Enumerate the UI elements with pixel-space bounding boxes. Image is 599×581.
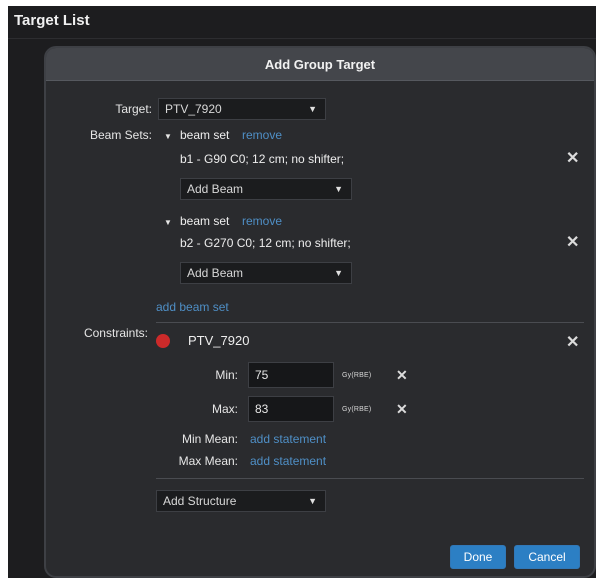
constraints-divider [156, 322, 584, 323]
close-icon[interactable]: ✕ [566, 151, 579, 167]
constraint-structure-name: PTV_7920 [188, 333, 250, 348]
target-select[interactable]: PTV_7920 ▼ [158, 98, 326, 120]
beam-set-label: beam set [180, 128, 230, 142]
add-structure-select[interactable]: Add Structure ▼ [156, 490, 326, 512]
chevron-down-icon: ▼ [308, 496, 317, 506]
max-label: Max: [211, 402, 238, 416]
chevron-down-icon: ▼ [334, 268, 343, 278]
target-label: Target: [115, 102, 152, 116]
add-group-target-dialog: Add Group Target Target: PTV_7920 ▼ Beam… [44, 46, 596, 578]
min-mean-label: Min Mean: [181, 432, 238, 446]
chevron-down-icon: ▼ [308, 104, 317, 114]
remove-beam-set-link[interactable]: remove [242, 128, 282, 142]
close-icon[interactable]: ✕ [396, 368, 408, 382]
cancel-button[interactable]: Cancel [514, 545, 580, 569]
add-beam-select-label: Add Beam [187, 266, 244, 280]
structure-color-swatch [156, 334, 170, 348]
add-beam-select[interactable]: Add Beam ▼ [180, 178, 352, 200]
close-icon[interactable]: ✕ [396, 402, 408, 416]
window-title: Target List [14, 12, 90, 29]
constraints-label: Constraints: [83, 326, 148, 340]
min-dose-input[interactable] [248, 362, 334, 388]
beam-set-label: beam set [180, 214, 230, 228]
target-list-window: Target List Add Group Target Target: PTV… [8, 6, 596, 578]
add-structure-select-label: Add Structure [163, 494, 237, 508]
collapse-triangle-icon[interactable]: ▼ [164, 132, 172, 141]
beam-sets-label: Beam Sets: [89, 128, 152, 142]
structure-divider [156, 478, 584, 479]
min-label: Min: [215, 368, 238, 382]
max-unit: Gy(RBE) [342, 406, 372, 413]
max-mean-label: Max Mean: [178, 454, 238, 468]
add-beam-select-label: Add Beam [187, 182, 244, 196]
max-mean-add-statement-link[interactable]: add statement [250, 454, 326, 468]
add-beam-select[interactable]: Add Beam ▼ [180, 262, 352, 284]
add-beam-set-link[interactable]: add beam set [156, 300, 229, 314]
min-unit: Gy(RBE) [342, 372, 372, 379]
beam-entry: b2 - G270 C0; 12 cm; no shifter; [180, 236, 351, 250]
beam-entry: b1 - G90 C0; 12 cm; no shifter; [180, 152, 345, 166]
remove-beam-set-link[interactable]: remove [242, 214, 282, 228]
collapse-triangle-icon[interactable]: ▼ [164, 218, 172, 227]
done-button[interactable]: Done [450, 545, 506, 569]
title-divider [8, 38, 596, 39]
dialog-title: Add Group Target [264, 56, 376, 72]
chevron-down-icon: ▼ [334, 184, 343, 194]
close-icon[interactable]: ✕ [566, 235, 579, 251]
dialog-header: Add Group Target [46, 48, 594, 81]
min-mean-add-statement-link[interactable]: add statement [250, 432, 326, 446]
max-dose-input[interactable] [248, 396, 334, 422]
target-select-value: PTV_7920 [165, 102, 222, 116]
close-icon[interactable]: ✕ [566, 335, 579, 351]
